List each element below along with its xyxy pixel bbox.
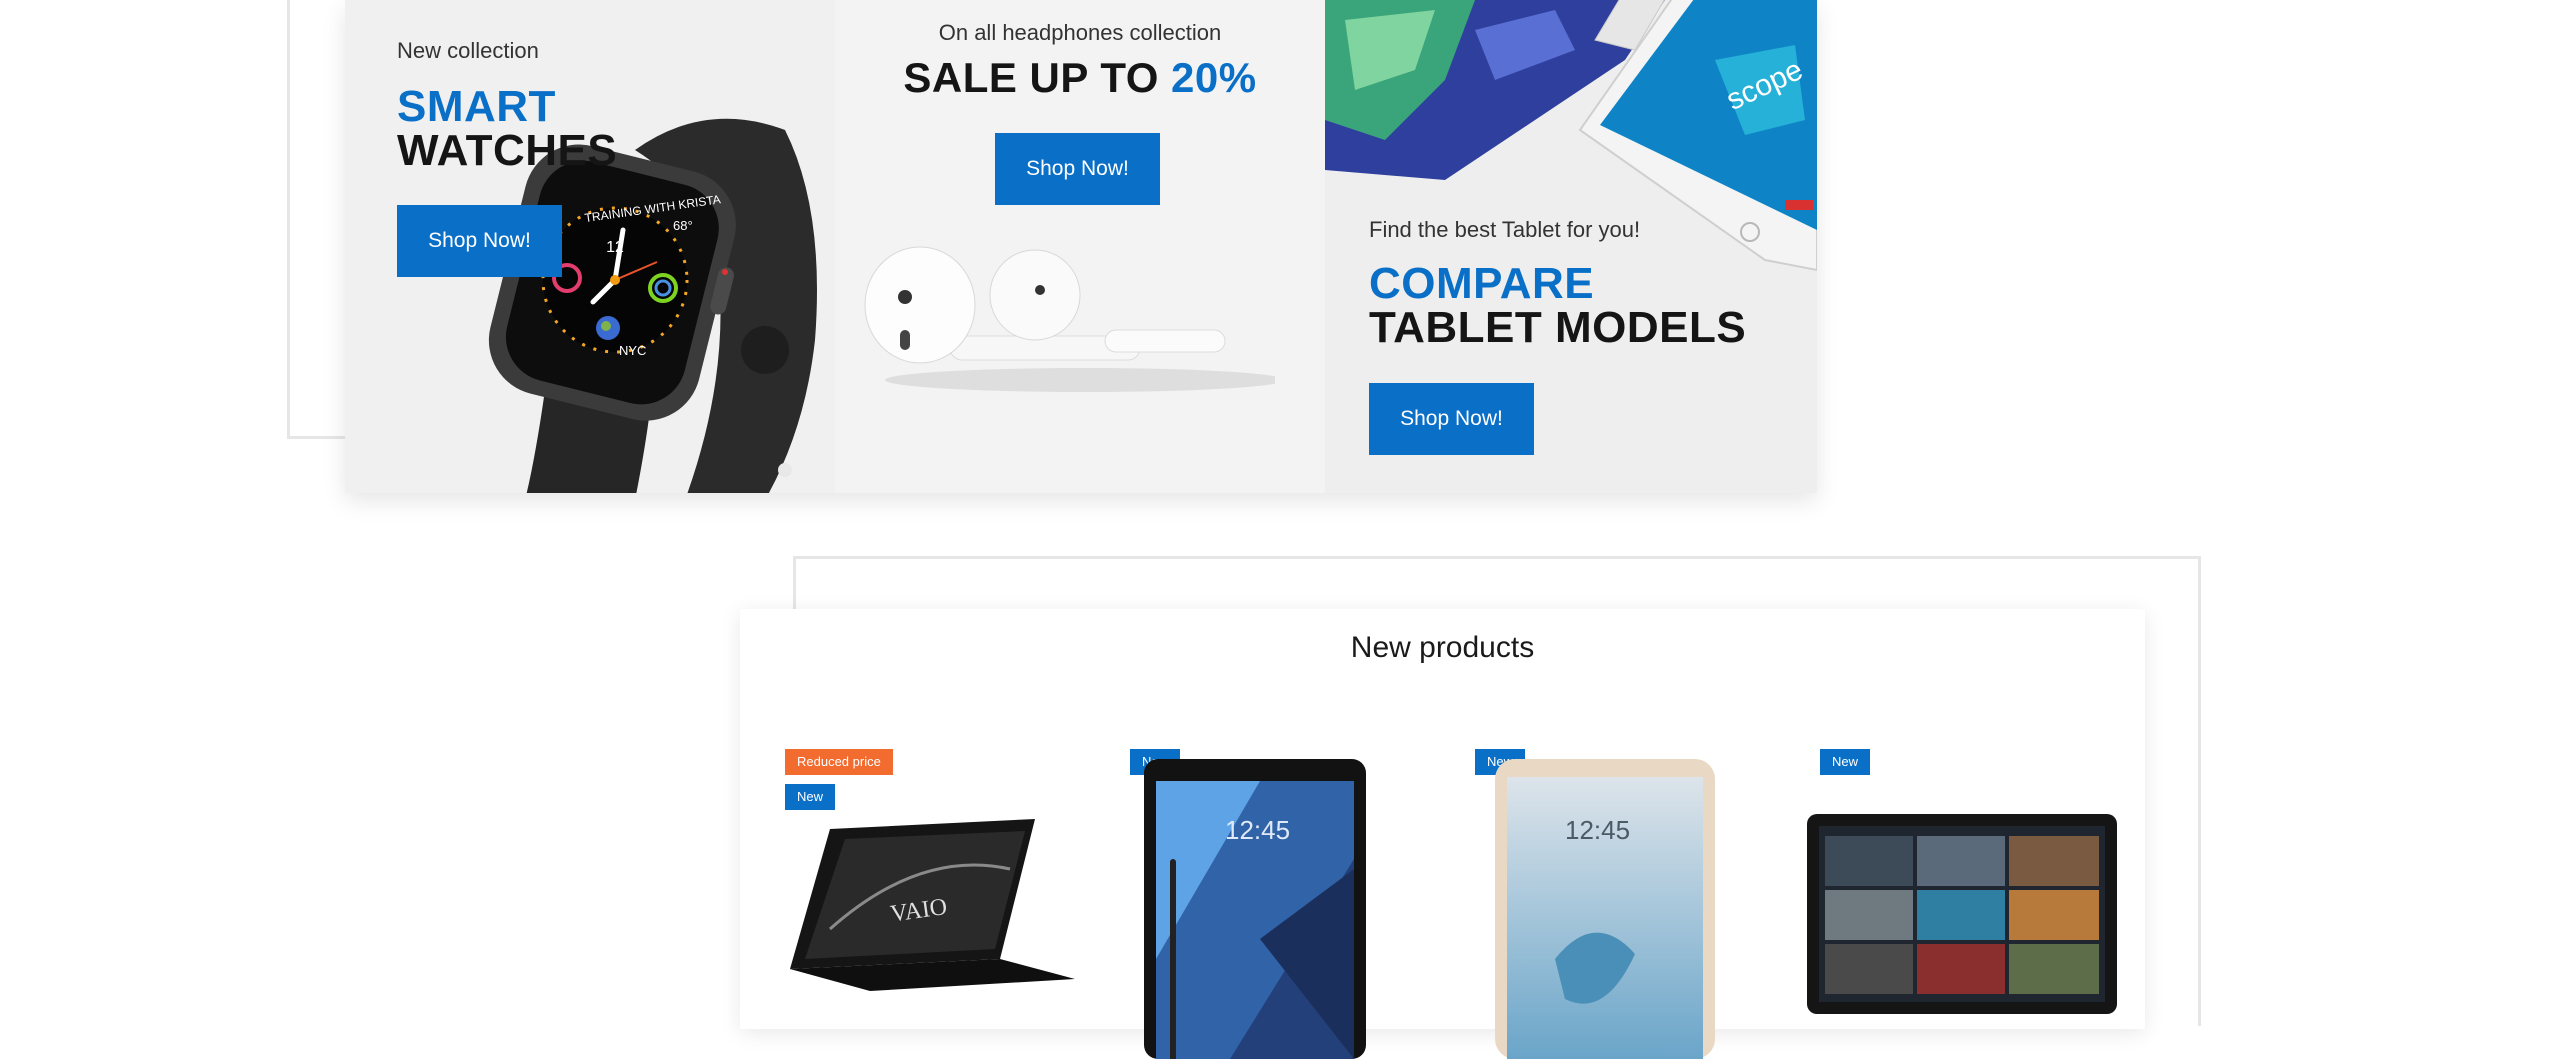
- watch-face-city: NYC: [619, 343, 646, 358]
- tablet-screen-time: 12:45: [1225, 815, 1290, 845]
- tablet-screen-time: 12:45: [1565, 815, 1630, 845]
- headphones-title-text: SALE UP TO: [903, 54, 1172, 101]
- banner-compare-tablets[interactable]: scope Find the best Tablet for you! COMP…: [1325, 0, 1817, 493]
- tablet-image: 12:45: [1495, 759, 1715, 1059]
- watches-eyebrow: New collection: [397, 38, 539, 63]
- tablets-eyebrow: Find the best Tablet for you!: [1369, 217, 1641, 242]
- new-products-section: New products Reduced price New VAIO New …: [740, 609, 2145, 1059]
- product-card[interactable]: Reduced price New VAIO: [770, 749, 1110, 1049]
- reduced-price-badge: Reduced price: [785, 749, 893, 775]
- product-card[interactable]: New 12:45: [1460, 749, 1800, 1059]
- watches-title: WATCHES: [397, 126, 618, 175]
- tablets-title: TABLET MODELS: [1369, 303, 1747, 352]
- headphones-eyebrow: On all headphones collection: [938, 20, 1222, 45]
- laptop-image: VAIO: [790, 819, 1075, 991]
- promo-banner-strip: 12 TRAINING WITH KRISTA 68° NYC New coll…: [345, 0, 1817, 493]
- new-products-heading: New products: [1350, 631, 1535, 664]
- earbuds-image: [864, 246, 1275, 392]
- headphones-title-percent: 20%: [1171, 54, 1257, 101]
- tablets-title-accent: COMPARE: [1369, 259, 1595, 308]
- banner-headphones-sale[interactable]: On all headphones collection SALE UP TO …: [835, 0, 1325, 493]
- headphones-title: SALE UP TO 20%: [835, 56, 1325, 100]
- watch-face-time: 12: [606, 239, 624, 256]
- watches-title-accent: SMART: [397, 82, 556, 131]
- tablets-shop-now-button[interactable]: Shop Now!: [1369, 383, 1534, 455]
- product-card[interactable]: New: [1805, 749, 2145, 1049]
- watches-shop-now-button[interactable]: Shop Now!: [397, 205, 562, 277]
- new-badge: New: [1820, 749, 1871, 775]
- banner-smart-watches[interactable]: 12 TRAINING WITH KRISTA 68° NYC New coll…: [345, 0, 835, 493]
- headphones-shop-now-button[interactable]: Shop Now!: [995, 133, 1160, 205]
- tablet-landscape-image: [1807, 814, 2117, 1014]
- watch-face-temperature: 68°: [673, 218, 693, 233]
- new-badge: New: [785, 784, 836, 810]
- product-card[interactable]: New 12:45: [1115, 749, 1455, 1059]
- tablet-image: 12:45: [1144, 759, 1366, 1059]
